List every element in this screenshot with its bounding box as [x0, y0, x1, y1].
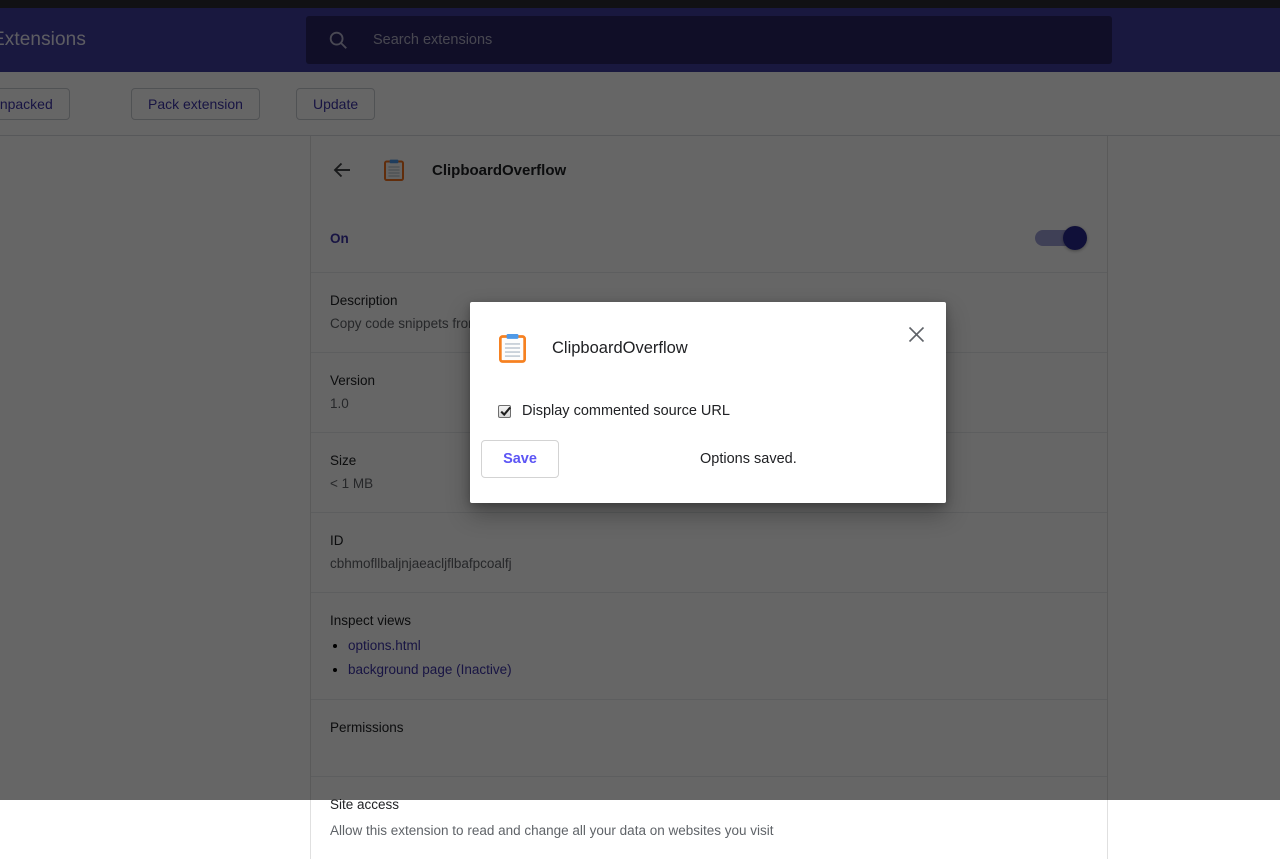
close-icon[interactable] — [902, 320, 930, 348]
dialog-header: ClipboardOverflow — [470, 302, 946, 363]
save-button[interactable]: Save — [481, 440, 559, 478]
dialog-footer: Save Options saved. — [470, 440, 946, 478]
extension-options-dialog: ClipboardOverflow Display commented sour… — [470, 302, 946, 503]
clipboard-icon — [499, 333, 526, 363]
display-source-url-label: Display commented source URL — [522, 403, 730, 419]
site-access-note: Allow this extension to read and change … — [330, 819, 1087, 842]
checkmark-icon — [499, 405, 512, 418]
status-message: Options saved. — [700, 451, 797, 467]
display-source-url-row: Display commented source URL — [470, 403, 946, 419]
dialog-title: ClipboardOverflow — [552, 339, 688, 358]
display-source-url-checkbox[interactable] — [498, 405, 511, 418]
